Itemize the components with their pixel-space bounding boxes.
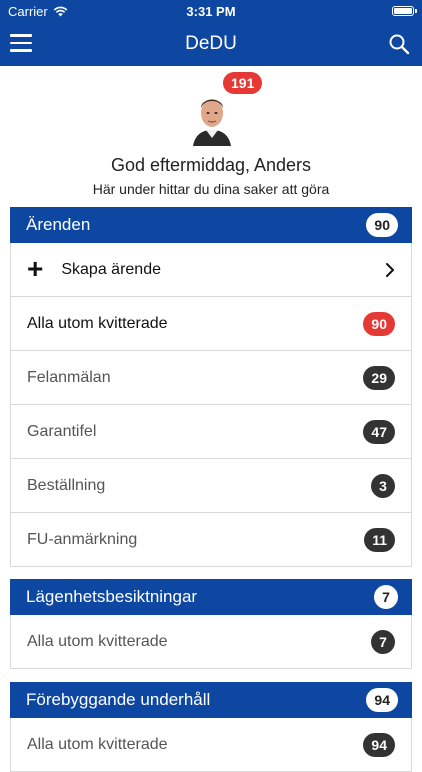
count-badge: 47 (363, 419, 395, 444)
app-title: DeDU (185, 33, 237, 54)
list-item-bestallning[interactable]: Beställning 3 (10, 459, 412, 513)
create-case-label: Skapa ärende (61, 260, 161, 278)
count-badge: 7 (374, 585, 398, 609)
wifi-icon (53, 6, 68, 16)
section-besiktningar: Lägenhetsbesiktningar 7 Alla utom kvitte… (10, 579, 412, 669)
count-badge: 94 (366, 688, 398, 712)
section-header-besiktningar[interactable]: Lägenhetsbesiktningar 7 (10, 579, 412, 615)
count-badge: 29 (363, 365, 395, 390)
status-bar: Carrier 3:31 PM (0, 0, 422, 22)
list-item-label: FU-anmärkning (27, 530, 138, 548)
section-title: Förebyggande underhåll (26, 690, 211, 709)
chevron-right-icon (386, 262, 394, 277)
list-item-alla-utom-kvitterade[interactable]: Alla utom kvitterade 7 (10, 615, 412, 669)
section-title: Lägenhetsbesiktningar (26, 587, 198, 606)
list-item-label: Alla utom kvitterade (27, 735, 168, 753)
greeting-text: God eftermiddag, Anders (110, 155, 312, 175)
greeting-subtitle: Här under hittar du dina saker att göra (92, 181, 330, 197)
count-badge: 90 (363, 311, 395, 336)
create-case-row[interactable]: + Skapa ärende (10, 243, 412, 297)
list-item-label: Alla utom kvitterade (27, 632, 168, 650)
count-badge: 7 (371, 629, 395, 654)
section-arenden: Ärenden 90 + Skapa ärende Alla utom kvit… (10, 207, 412, 567)
list-item-alla-utom-kvitterade[interactable]: Alla utom kvitterade 94 (10, 718, 412, 772)
section-underhall: Förebyggande underhåll 94 Alla utom kvit… (10, 682, 412, 772)
section-title: Ärenden (26, 215, 91, 234)
count-badge: 3 (371, 473, 395, 498)
nav-bar: DeDU (0, 22, 422, 66)
list-item-label: Beställning (27, 476, 106, 494)
list-item-fu-anmarkning[interactable]: FU-anmärkning 11 (10, 513, 412, 567)
count-badge: 94 (363, 732, 395, 757)
section-header-arenden[interactable]: Ärenden 90 (10, 207, 412, 243)
list-item-garantifel[interactable]: Garantifel 47 (10, 405, 412, 459)
battery-icon (392, 6, 417, 16)
carrier-label: Carrier (8, 3, 48, 19)
count-badge: 90 (366, 213, 398, 237)
notification-badge[interactable]: 191 (223, 72, 263, 94)
list-item-label: Garantifel (27, 422, 97, 440)
section-header-underhall[interactable]: Förebyggande underhåll 94 (10, 682, 412, 718)
count-badge: 11 (364, 527, 395, 552)
list-item-alla-utom-kvitterade[interactable]: Alla utom kvitterade 90 (10, 297, 412, 351)
avatar-photo (191, 88, 233, 146)
menu-icon[interactable] (10, 34, 32, 52)
plus-icon: + (27, 252, 44, 284)
search-icon[interactable] (388, 33, 410, 55)
list-item-label: Alla utom kvitterade (27, 314, 168, 332)
status-left: Carrier (8, 4, 68, 19)
create-case-left: + Skapa ärende (27, 252, 161, 284)
list-item-felanmalan[interactable]: Felanmälan 29 (10, 351, 412, 405)
avatar[interactable] (191, 88, 233, 146)
list-item-label: Felanmälan (27, 368, 111, 386)
